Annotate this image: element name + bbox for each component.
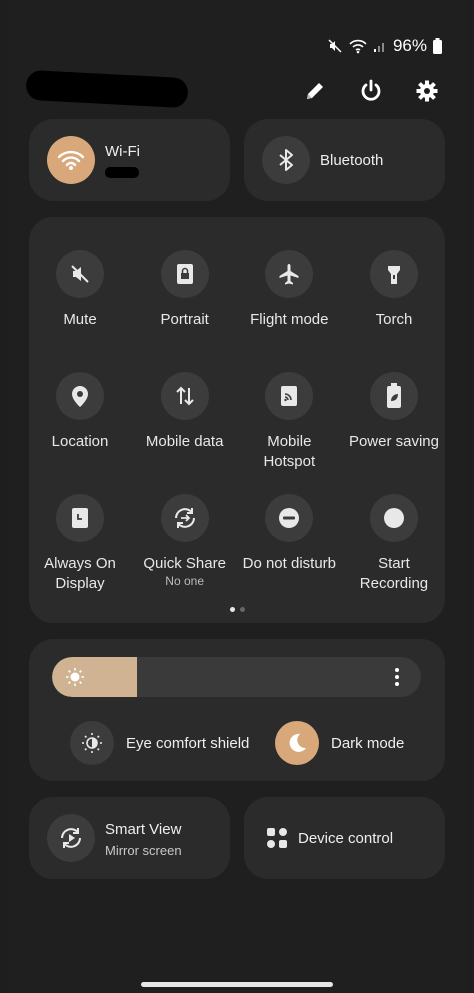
eye-comfort-label: Eye comfort shield (126, 734, 250, 752)
tile-torch[interactable]: Torch (346, 250, 442, 352)
tile-mobile-hotspot[interactable]: Mobile Hotspot (241, 372, 337, 474)
page-dot-2[interactable] (240, 607, 245, 612)
tile-start-recording-label: Start Recording (359, 555, 429, 592)
wifi-icon (58, 150, 84, 170)
tile-do-not-disturb[interactable]: Do not disturb (241, 494, 337, 596)
tile-flight-mode-button[interactable] (265, 250, 314, 298)
smart-view-sublabel: Mirror screen (105, 843, 182, 858)
tile-location-button[interactable] (56, 372, 104, 420)
tile-torch-label: Torch (375, 311, 413, 328)
tile-portrait-button[interactable] (160, 250, 209, 298)
tile-flight-mode[interactable]: Flight mode (241, 250, 337, 352)
tile-torch-button[interactable] (369, 250, 418, 298)
tile-always-on-display-button[interactable] (56, 494, 104, 542)
tile-mobile-hotspot-button[interactable] (265, 372, 314, 420)
portrait-lock-icon (176, 264, 193, 284)
home-gesture-bar[interactable] (141, 982, 333, 987)
eye-comfort-button[interactable] (70, 721, 114, 765)
record-icon (383, 508, 404, 528)
battery-icon (433, 38, 442, 54)
tile-quick-share-status: No one (165, 574, 204, 588)
quick-share-icon (174, 508, 195, 528)
settings-button[interactable] (412, 76, 442, 106)
tile-mobile-data[interactable]: Mobile data (137, 372, 233, 474)
torch-icon (387, 266, 400, 284)
tile-mute-label: Mute (63, 311, 97, 328)
tile-always-on-display-label: Always On Display (44, 555, 116, 592)
wifi-status-icon (349, 39, 367, 54)
tile-power-saving-button[interactable] (369, 372, 418, 420)
page-dot-1[interactable] (230, 607, 235, 612)
power-button[interactable] (356, 76, 386, 106)
tile-mobile-data-button[interactable] (160, 372, 209, 420)
power-icon (361, 79, 381, 101)
bluetooth-icon (279, 149, 293, 171)
brightness-slider[interactable] (52, 657, 421, 697)
wifi-toggle[interactable] (47, 136, 95, 184)
tile-quick-share-button[interactable] (160, 494, 209, 542)
dnd-icon (279, 508, 300, 528)
tile-power-saving-label: Power saving (348, 433, 439, 450)
quick-tiles-grid: Mute Portrait Flight mode Torch Location… (32, 250, 442, 596)
tile-mute[interactable]: Mute (32, 250, 128, 352)
bluetooth-card[interactable]: Bluetooth (244, 119, 445, 201)
device-control-label: Device control (298, 830, 394, 847)
status-bar: 96% (327, 36, 442, 56)
header-actions (300, 76, 442, 106)
moon-icon (289, 733, 306, 752)
wifi-network-redacted (105, 167, 139, 178)
wifi-card[interactable]: Wi-Fi (29, 119, 230, 201)
tile-flight-mode-label: Flight mode (250, 311, 329, 328)
tile-do-not-disturb-label: Do not disturb (242, 555, 336, 572)
brightness-more-button[interactable] (387, 667, 407, 687)
tile-mute-button[interactable] (56, 250, 104, 298)
tile-location-label: Location (51, 433, 109, 450)
data-arrows-icon (175, 386, 194, 406)
dark-mode-toggle[interactable]: Dark mode (275, 721, 404, 765)
mute-status-icon (328, 39, 342, 53)
eye-comfort-icon (82, 733, 102, 753)
tile-do-not-disturb-button[interactable] (265, 494, 314, 542)
more-vertical-icon (395, 668, 399, 686)
tile-portrait-label: Portrait (160, 311, 209, 328)
battery-leaf-icon (386, 383, 401, 408)
signal-icon (373, 43, 384, 52)
smart-view-icon (61, 828, 81, 848)
tile-start-recording-button[interactable] (369, 494, 418, 542)
airplane-icon (279, 264, 299, 285)
hotspot-icon (281, 386, 298, 406)
edit-button[interactable] (300, 76, 330, 106)
tile-quick-share-label: Quick Share (143, 555, 226, 572)
device-control-icon (267, 828, 287, 848)
tile-always-on-display[interactable]: Always On Display (32, 494, 128, 596)
device-control-card[interactable]: Device control (244, 797, 445, 879)
smart-view-button[interactable] (47, 814, 95, 862)
smart-view-card[interactable]: Smart View Mirror screen (29, 797, 230, 879)
gear-icon (416, 80, 438, 102)
tile-location[interactable]: Location (32, 372, 128, 474)
bluetooth-toggle[interactable] (262, 136, 310, 184)
dark-mode-button[interactable] (275, 721, 319, 765)
aod-clock-icon (72, 508, 88, 528)
sun-icon (66, 668, 84, 686)
tile-mobile-hotspot-label: Mobile Hotspot (263, 433, 316, 470)
page-indicator (230, 607, 245, 612)
eye-comfort-toggle[interactable]: Eye comfort shield (70, 721, 249, 765)
dark-mode-label: Dark mode (331, 734, 405, 752)
smart-view-label: Smart View (105, 821, 182, 838)
pencil-icon (307, 83, 323, 99)
tile-quick-share[interactable]: Quick Share No one (137, 494, 233, 596)
mute-icon (71, 265, 89, 283)
tile-power-saving[interactable]: Power saving (346, 372, 442, 474)
tile-start-recording[interactable]: Start Recording (346, 494, 442, 596)
tile-portrait[interactable]: Portrait (137, 250, 233, 352)
bluetooth-label: Bluetooth (320, 152, 384, 169)
tile-mobile-data-label: Mobile data (145, 433, 224, 450)
location-pin-icon (72, 386, 88, 407)
battery-percent: 96% (392, 36, 427, 55)
wifi-label: Wi-Fi (105, 143, 140, 160)
